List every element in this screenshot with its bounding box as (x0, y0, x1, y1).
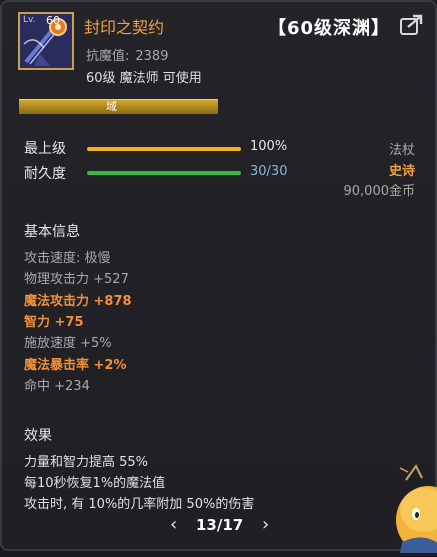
effect-line: 每10秒恢复1%的魔法值 (24, 476, 166, 491)
basic-info-title: 基本信息 (24, 224, 80, 240)
item-name: 封印之契约 (84, 18, 165, 37)
max-level-label: 最上级 (24, 141, 66, 157)
basic-info-line: 命中 +234 (24, 378, 90, 394)
max-level-value: 100% (250, 139, 288, 154)
max-level-bar-fill (87, 147, 241, 151)
domain-label: 域 (106, 100, 117, 113)
page-indicator: 13/17 (196, 516, 244, 534)
basic-info-line: 魔法暴击率 +2% (24, 357, 127, 373)
prev-page-button[interactable]: ‹ (170, 514, 177, 535)
anti-magic-value: 2389 (135, 49, 169, 64)
item-tooltip-panel: Lv. 60 封印之契约 【60级深渊】 抗魔值: 2389 60级 魔法师 可使… (0, 0, 437, 554)
effect-line: 力量和智力提高 55% (24, 455, 149, 470)
item-level: 60 (46, 14, 60, 27)
basic-info-line: 魔法攻击力 +878 (24, 293, 132, 309)
magic-staff-icon: Lv. 60 (18, 12, 74, 70)
durability-value: 30/30 (250, 164, 288, 179)
basic-info-line: 智力 +75 (24, 314, 84, 330)
domain-bar (19, 99, 218, 114)
pager: ‹ 13/17 › (170, 514, 280, 538)
durability-bar-fill (87, 171, 241, 175)
durability-bar (87, 171, 241, 175)
grade-tag: 【60级深渊】 (268, 18, 391, 39)
anti-magic-label: 抗魔值: (86, 49, 130, 64)
requirement-text: 60级 魔法师 可使用 (86, 71, 202, 86)
share-arrow-icon (400, 14, 423, 35)
next-page-button[interactable]: › (262, 514, 269, 535)
item-type: 法杖 (388, 143, 415, 158)
item-price: 90,000金币 (343, 184, 416, 199)
share-button[interactable] (400, 14, 424, 36)
basic-info-line: 物理攻击力 +527 (24, 272, 129, 288)
anti-magic-row: 抗魔值: 2389 (86, 45, 168, 64)
mascot-character (394, 462, 437, 554)
item-rarity: 史诗 (388, 164, 415, 179)
basic-info-line: 攻击速度: 极慢 (24, 251, 111, 266)
basic-info-line: 施放速度 +5% (24, 336, 112, 352)
effect-line: 攻击时, 有 10%的几率附加 50%的伤害 (24, 497, 255, 512)
item-level-prefix: Lv. (23, 15, 36, 25)
durability-label: 耐久度 (24, 166, 66, 182)
max-level-bar (87, 147, 241, 151)
effects-title: 效果 (24, 428, 52, 444)
